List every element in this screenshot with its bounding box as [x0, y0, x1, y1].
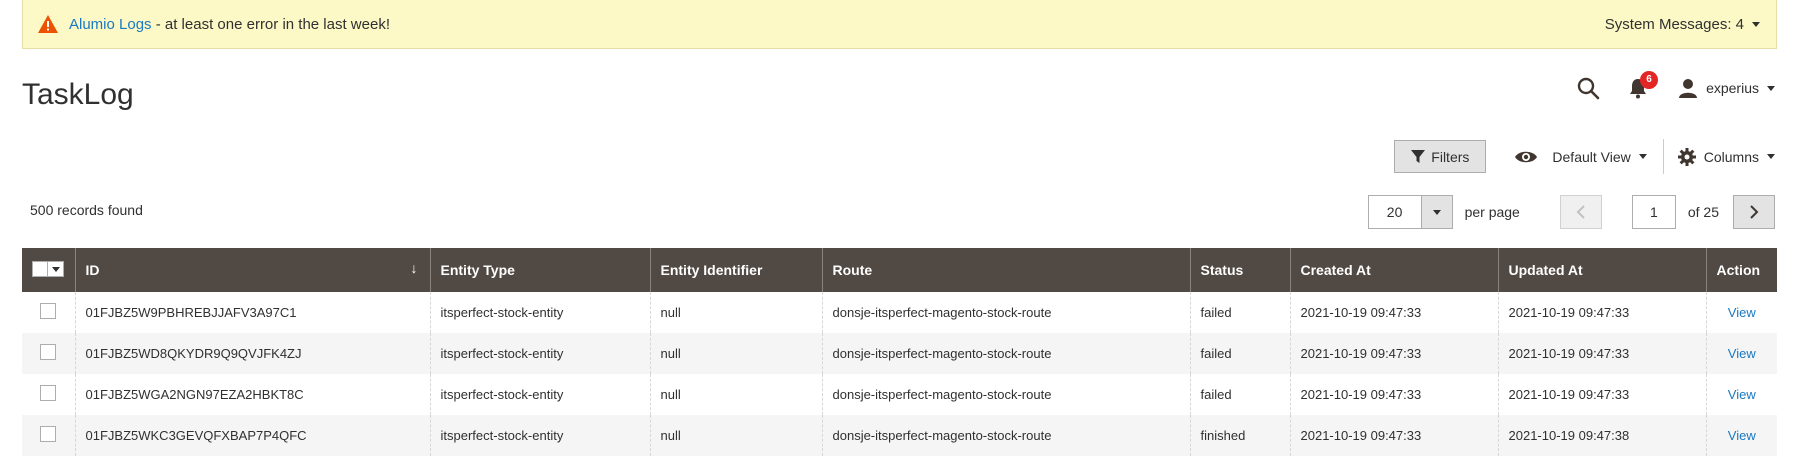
per-page-select[interactable]: 20: [1367, 195, 1453, 229]
per-page-label: per page: [1464, 204, 1520, 220]
tasklog-grid: ID ↓ Entity Type Entity Identifier Route …: [22, 248, 1777, 456]
username: experius: [1706, 80, 1759, 96]
filter-icon: [1411, 149, 1426, 163]
cell-status: finished: [1189, 415, 1290, 456]
cell-route: donsje-itsperfect-magento-stock-route: [821, 374, 1190, 415]
user-menu[interactable]: experius: [1678, 78, 1775, 98]
column-header-status[interactable]: Status: [1189, 248, 1290, 292]
total-pages-label: of 25: [1687, 204, 1719, 220]
column-header-updated-at[interactable]: Updated At: [1497, 248, 1706, 292]
search-icon[interactable]: [1576, 76, 1600, 100]
view-link[interactable]: View: [1728, 346, 1756, 361]
column-header-route[interactable]: Route: [821, 248, 1190, 292]
table-row: 01FJBZ5W9PBHREBJJAFV3A97C1 itsperfect-st…: [22, 292, 1777, 333]
columns-selector[interactable]: Columns: [1677, 147, 1775, 166]
cell-route: donsje-itsperfect-magento-stock-route: [821, 292, 1190, 333]
grid-header-row: ID ↓ Entity Type Entity Identifier Route …: [22, 248, 1777, 292]
cell-status: failed: [1189, 374, 1290, 415]
gear-icon: [1677, 147, 1696, 166]
table-row: 01FJBZ5WGA2NGN97EZA2HBKT8C itsperfect-st…: [22, 374, 1777, 415]
cell-created-at: 2021-10-19 09:47:33: [1289, 333, 1498, 374]
column-header-entity-type[interactable]: Entity Type: [429, 248, 650, 292]
view-selector[interactable]: Default View: [1514, 139, 1664, 174]
filters-button[interactable]: Filters: [1394, 140, 1487, 173]
notification-count-badge: 6: [1640, 71, 1659, 89]
mass-action-header: [22, 248, 75, 292]
cell-id: 01FJBZ5WGA2NGN97EZA2HBKT8C: [74, 374, 430, 415]
caret-down-icon: [51, 266, 60, 272]
columns-label: Columns: [1703, 148, 1759, 165]
cell-route: donsje-itsperfect-magento-stock-route: [821, 333, 1190, 374]
caret-down-icon: [1432, 209, 1441, 215]
caret-down-icon: [1752, 21, 1760, 27]
per-page-value: 20: [1369, 196, 1422, 228]
filters-label: Filters: [1431, 148, 1470, 165]
row-checkbox[interactable]: [40, 426, 56, 442]
eye-icon: [1515, 151, 1538, 162]
cell-updated-at: 2021-10-19 09:47:33: [1497, 374, 1706, 415]
view-link[interactable]: View: [1728, 305, 1756, 320]
header-actions: 6 experius: [1576, 71, 1775, 100]
sort-down-icon: ↓: [410, 260, 418, 276]
system-message-bar: Alumio Logs - at least one error in the …: [22, 0, 1777, 49]
view-link[interactable]: View: [1728, 387, 1756, 402]
cell-id: 01FJBZ5WD8QKYDR9Q9QVJFK4ZJ: [74, 333, 430, 374]
current-page-input[interactable]: 1: [1631, 195, 1676, 229]
view-label: Default View: [1552, 148, 1631, 165]
chevron-right-icon: [1750, 205, 1759, 219]
cell-entity-type: itsperfect-stock-entity: [429, 374, 650, 415]
cell-entity-identifier: null: [649, 292, 822, 333]
cell-status: failed: [1189, 292, 1290, 333]
cell-id: 01FJBZ5WKC3GEVQFXBAP7P4QFC: [74, 415, 430, 456]
page-title: TaskLog: [22, 78, 134, 111]
system-messages-summary: System Messages: 4: [1604, 15, 1744, 33]
cell-route: donsje-itsperfect-magento-stock-route: [821, 415, 1190, 456]
warning-icon: [37, 14, 59, 34]
cell-created-at: 2021-10-19 09:47:33: [1289, 292, 1498, 333]
column-header-entity-identifier[interactable]: Entity Identifier: [649, 248, 822, 292]
row-checkbox[interactable]: [40, 385, 56, 401]
cell-created-at: 2021-10-19 09:47:33: [1289, 415, 1498, 456]
caret-down-icon: [1767, 154, 1775, 159]
cell-updated-at: 2021-10-19 09:47:38: [1497, 415, 1706, 456]
caret-down-icon: [1767, 85, 1775, 91]
pager: 20 per page 1 of 25: [1367, 195, 1775, 229]
records-found: 500 records found: [30, 202, 143, 218]
caret-down-icon: [1638, 154, 1647, 159]
chevron-left-icon: [1576, 205, 1585, 219]
cell-created-at: 2021-10-19 09:47:33: [1289, 374, 1498, 415]
grid-toolbar: Filters Default View Columns: [1394, 139, 1775, 174]
row-checkbox[interactable]: [40, 344, 56, 360]
column-header-created-at[interactable]: Created At: [1289, 248, 1498, 292]
cell-id: 01FJBZ5W9PBHREBJJAFV3A97C1: [74, 292, 430, 333]
cell-entity-identifier: null: [649, 415, 822, 456]
next-page-button[interactable]: [1733, 195, 1775, 229]
cell-entity-type: itsperfect-stock-entity: [429, 333, 650, 374]
notifications-button[interactable]: 6: [1628, 71, 1659, 99]
user-icon: [1679, 79, 1698, 98]
cell-entity-type: itsperfect-stock-entity: [429, 292, 650, 333]
per-page-dropdown-toggle[interactable]: [1421, 196, 1452, 228]
table-row: 01FJBZ5WD8QKYDR9Q9QVJFK4ZJ itsperfect-st…: [22, 333, 1777, 374]
column-header-id[interactable]: ID ↓: [74, 248, 430, 292]
column-header-action: Action: [1705, 248, 1777, 292]
system-messages-toggle[interactable]: System Messages: 4: [1605, 16, 1760, 33]
row-checkbox[interactable]: [40, 303, 56, 319]
previous-page-button[interactable]: [1559, 195, 1602, 229]
system-message-text: - at least one error in the last week!: [151, 15, 390, 33]
cell-updated-at: 2021-10-19 09:47:33: [1497, 292, 1706, 333]
cell-entity-identifier: null: [649, 333, 822, 374]
cell-updated-at: 2021-10-19 09:47:33: [1497, 333, 1706, 374]
cell-entity-type: itsperfect-stock-entity: [429, 415, 650, 456]
table-row: 01FJBZ5WKC3GEVQFXBAP7P4QFC itsperfect-st…: [22, 415, 1777, 456]
mass-action-select[interactable]: [32, 261, 64, 277]
cell-status: failed: [1189, 333, 1290, 374]
view-link[interactable]: View: [1728, 428, 1756, 443]
cell-entity-identifier: null: [649, 374, 822, 415]
alumio-logs-link[interactable]: Alumio Logs: [69, 16, 152, 33]
